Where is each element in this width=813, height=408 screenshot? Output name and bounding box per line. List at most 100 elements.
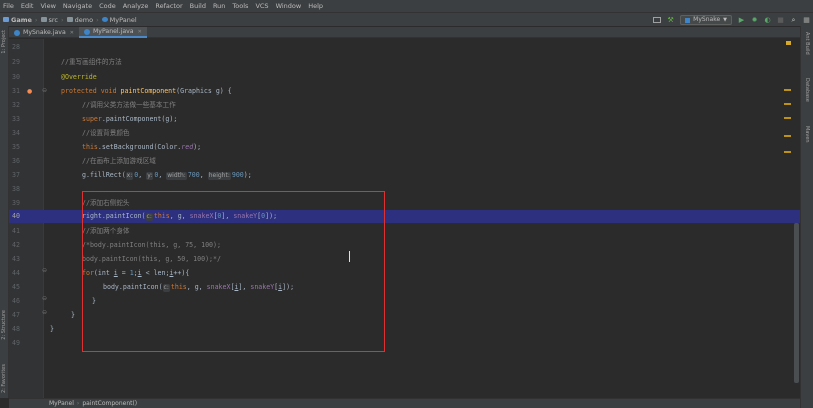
menu-view[interactable]: View [40,2,55,10]
warning-marker[interactable] [784,135,791,137]
comment: //添加右侧蛇头 [82,199,130,207]
menu-analyze[interactable]: Analyze [123,2,149,10]
breadcrumb-label: src [48,15,59,24]
keyword: protected void [61,87,121,95]
code-tokens: super.paintComponent(g); [82,113,177,126]
code-line-42: /*body.paintIcon(this, g, 75, 100); [9,239,800,252]
run-configuration-icon [685,17,691,23]
number: 700 [187,171,200,179]
scrollbar-thumb[interactable] [794,223,799,383]
menu-code[interactable]: Code [99,2,116,10]
comment: //在画布上添加游戏区域 [82,157,156,165]
code-line-45: body.paintIcon(c: this, g, snakeX[i], sna… [9,281,800,294]
coverage-icon[interactable]: ◐ [764,16,771,24]
text-caret [349,251,350,262]
menu-bar: File Edit View Navigate Code Analyze Ref… [0,0,813,12]
menu-vcs[interactable]: VCS [255,2,268,10]
structure-tool-button[interactable]: 2: Structure [1,310,7,340]
menu-window[interactable]: Window [276,2,302,10]
code-text: .setBackground(Color. [97,143,182,151]
code-line-29: //重写画组件的方法 [9,56,800,69]
comment: body.paintIcon(this, g, 50, 100);*/ [82,255,221,263]
menu-edit[interactable]: Edit [21,2,34,10]
keyword: this [170,283,187,291]
field: snakeY [233,212,258,220]
database-tool-button[interactable]: Database [804,78,810,102]
breadcrumb-project[interactable]: Game [3,16,32,24]
menu-run[interactable]: Run [213,2,225,10]
line-number: 49 [12,339,20,347]
breadcrumb-src[interactable]: src [40,15,59,24]
keyword: super [82,115,102,123]
breadcrumb-label: Game [11,15,32,24]
warning-marker[interactable] [784,103,791,105]
favorites-tool-button[interactable]: 2: Favorites [1,364,7,393]
layout-icon[interactable] [653,17,662,23]
breadcrumb-class[interactable]: MyPanel [49,400,74,407]
code-text: ], [221,212,234,220]
code-line-35: this.setBackground(Color.red); [9,141,800,154]
run-configuration-select[interactable]: MySnake ▼ [680,15,732,25]
left-tool-strip: 1: Project 2: Structure 2: Favorites [0,26,9,398]
field: snakeX [206,283,231,291]
vertical-scrollbar[interactable] [792,39,800,398]
warning-marker[interactable] [784,117,791,119]
menu-navigate[interactable]: Navigate [63,2,92,10]
comment: //调用父类方法做一些基本工作 [82,101,176,109]
code-text: right.paintIcon( [82,212,146,220]
project-tool-button[interactable]: 1: Project [1,30,7,54]
run-configuration-label: MySnake [693,16,721,23]
debug-icon[interactable]: ✹ [751,16,758,24]
tab-mypanel[interactable]: MyPanel.java ✕ [78,27,147,38]
code-line-43: body.paintIcon(this, g, 50, 100);*/ [9,253,800,266]
method-name: paintComponent [120,87,177,95]
stop-icon[interactable]: ■ [777,16,784,24]
breadcrumb-separator: › [61,15,64,24]
menu-tools[interactable]: Tools [232,2,248,10]
code-text: } [92,297,96,305]
ant-build-tool-button[interactable]: Ant Build [804,32,810,55]
status-ok-marker [786,41,791,45]
search-icon[interactable]: ⌕ [790,16,797,24]
code-text: ], [238,283,251,291]
breadcrumb-separator: › [34,15,38,24]
breadcrumb-method[interactable]: paintComponent() [82,400,137,407]
maven-tool-button[interactable]: Maven [804,126,810,143]
hammer-icon[interactable]: ⚒ [667,16,674,24]
close-icon[interactable]: ✕ [70,30,74,36]
static-field: red [181,143,194,151]
code-tokens: g.fillRect(x: 0, y: 0, width: 700, height: 9… [82,171,252,180]
breadcrumb-package[interactable]: demo [66,15,94,24]
annotation: @Override [61,73,97,81]
code-tokens: right.paintIcon(c: this, g, snakeX[0], sn… [82,210,277,223]
warning-marker[interactable] [784,89,791,91]
code-text: < len; [141,269,170,277]
tab-mysnake[interactable]: MySnake.java ✕ [9,27,79,38]
package-icon [66,17,73,22]
code-text: } [71,311,75,319]
number: 0 [154,171,159,179]
code-text: g.fillRect( [82,171,126,179]
parameter-hint: x: [125,172,134,180]
breadcrumb-label: demo [74,15,94,24]
code-text: .paintComponent(g); [101,115,178,123]
run-icon[interactable]: ▶ [738,16,745,24]
breadcrumb-class[interactable]: MyPanel [101,16,137,24]
folder-icon [40,17,47,22]
menu-build[interactable]: Build [190,2,206,10]
code-tokens: body.paintIcon(c: this, g, snakeX[i], sna… [103,281,294,294]
menu-help[interactable]: Help [308,2,323,10]
menu-refactor[interactable]: Refactor [155,2,182,10]
code-text: , g, [186,283,207,291]
menu-file[interactable]: File [3,2,14,10]
code-text: ++){ [173,269,190,277]
code-tokens: for(int i = 1;i < len;i++){ [82,267,189,280]
code-editor[interactable]: 28 29 30 31 32 33 34 35 36 37 38 39 40 4… [9,39,800,398]
breadcrumb-separator: › [96,15,99,24]
code-text: body.paintIcon( [103,283,163,291]
code-tokens: this.setBackground(Color.red); [82,141,201,154]
class-icon [14,29,20,36]
project-structure-icon[interactable]: ▦ [803,16,810,24]
close-icon[interactable]: ✕ [138,29,142,35]
warning-marker[interactable] [784,151,791,153]
